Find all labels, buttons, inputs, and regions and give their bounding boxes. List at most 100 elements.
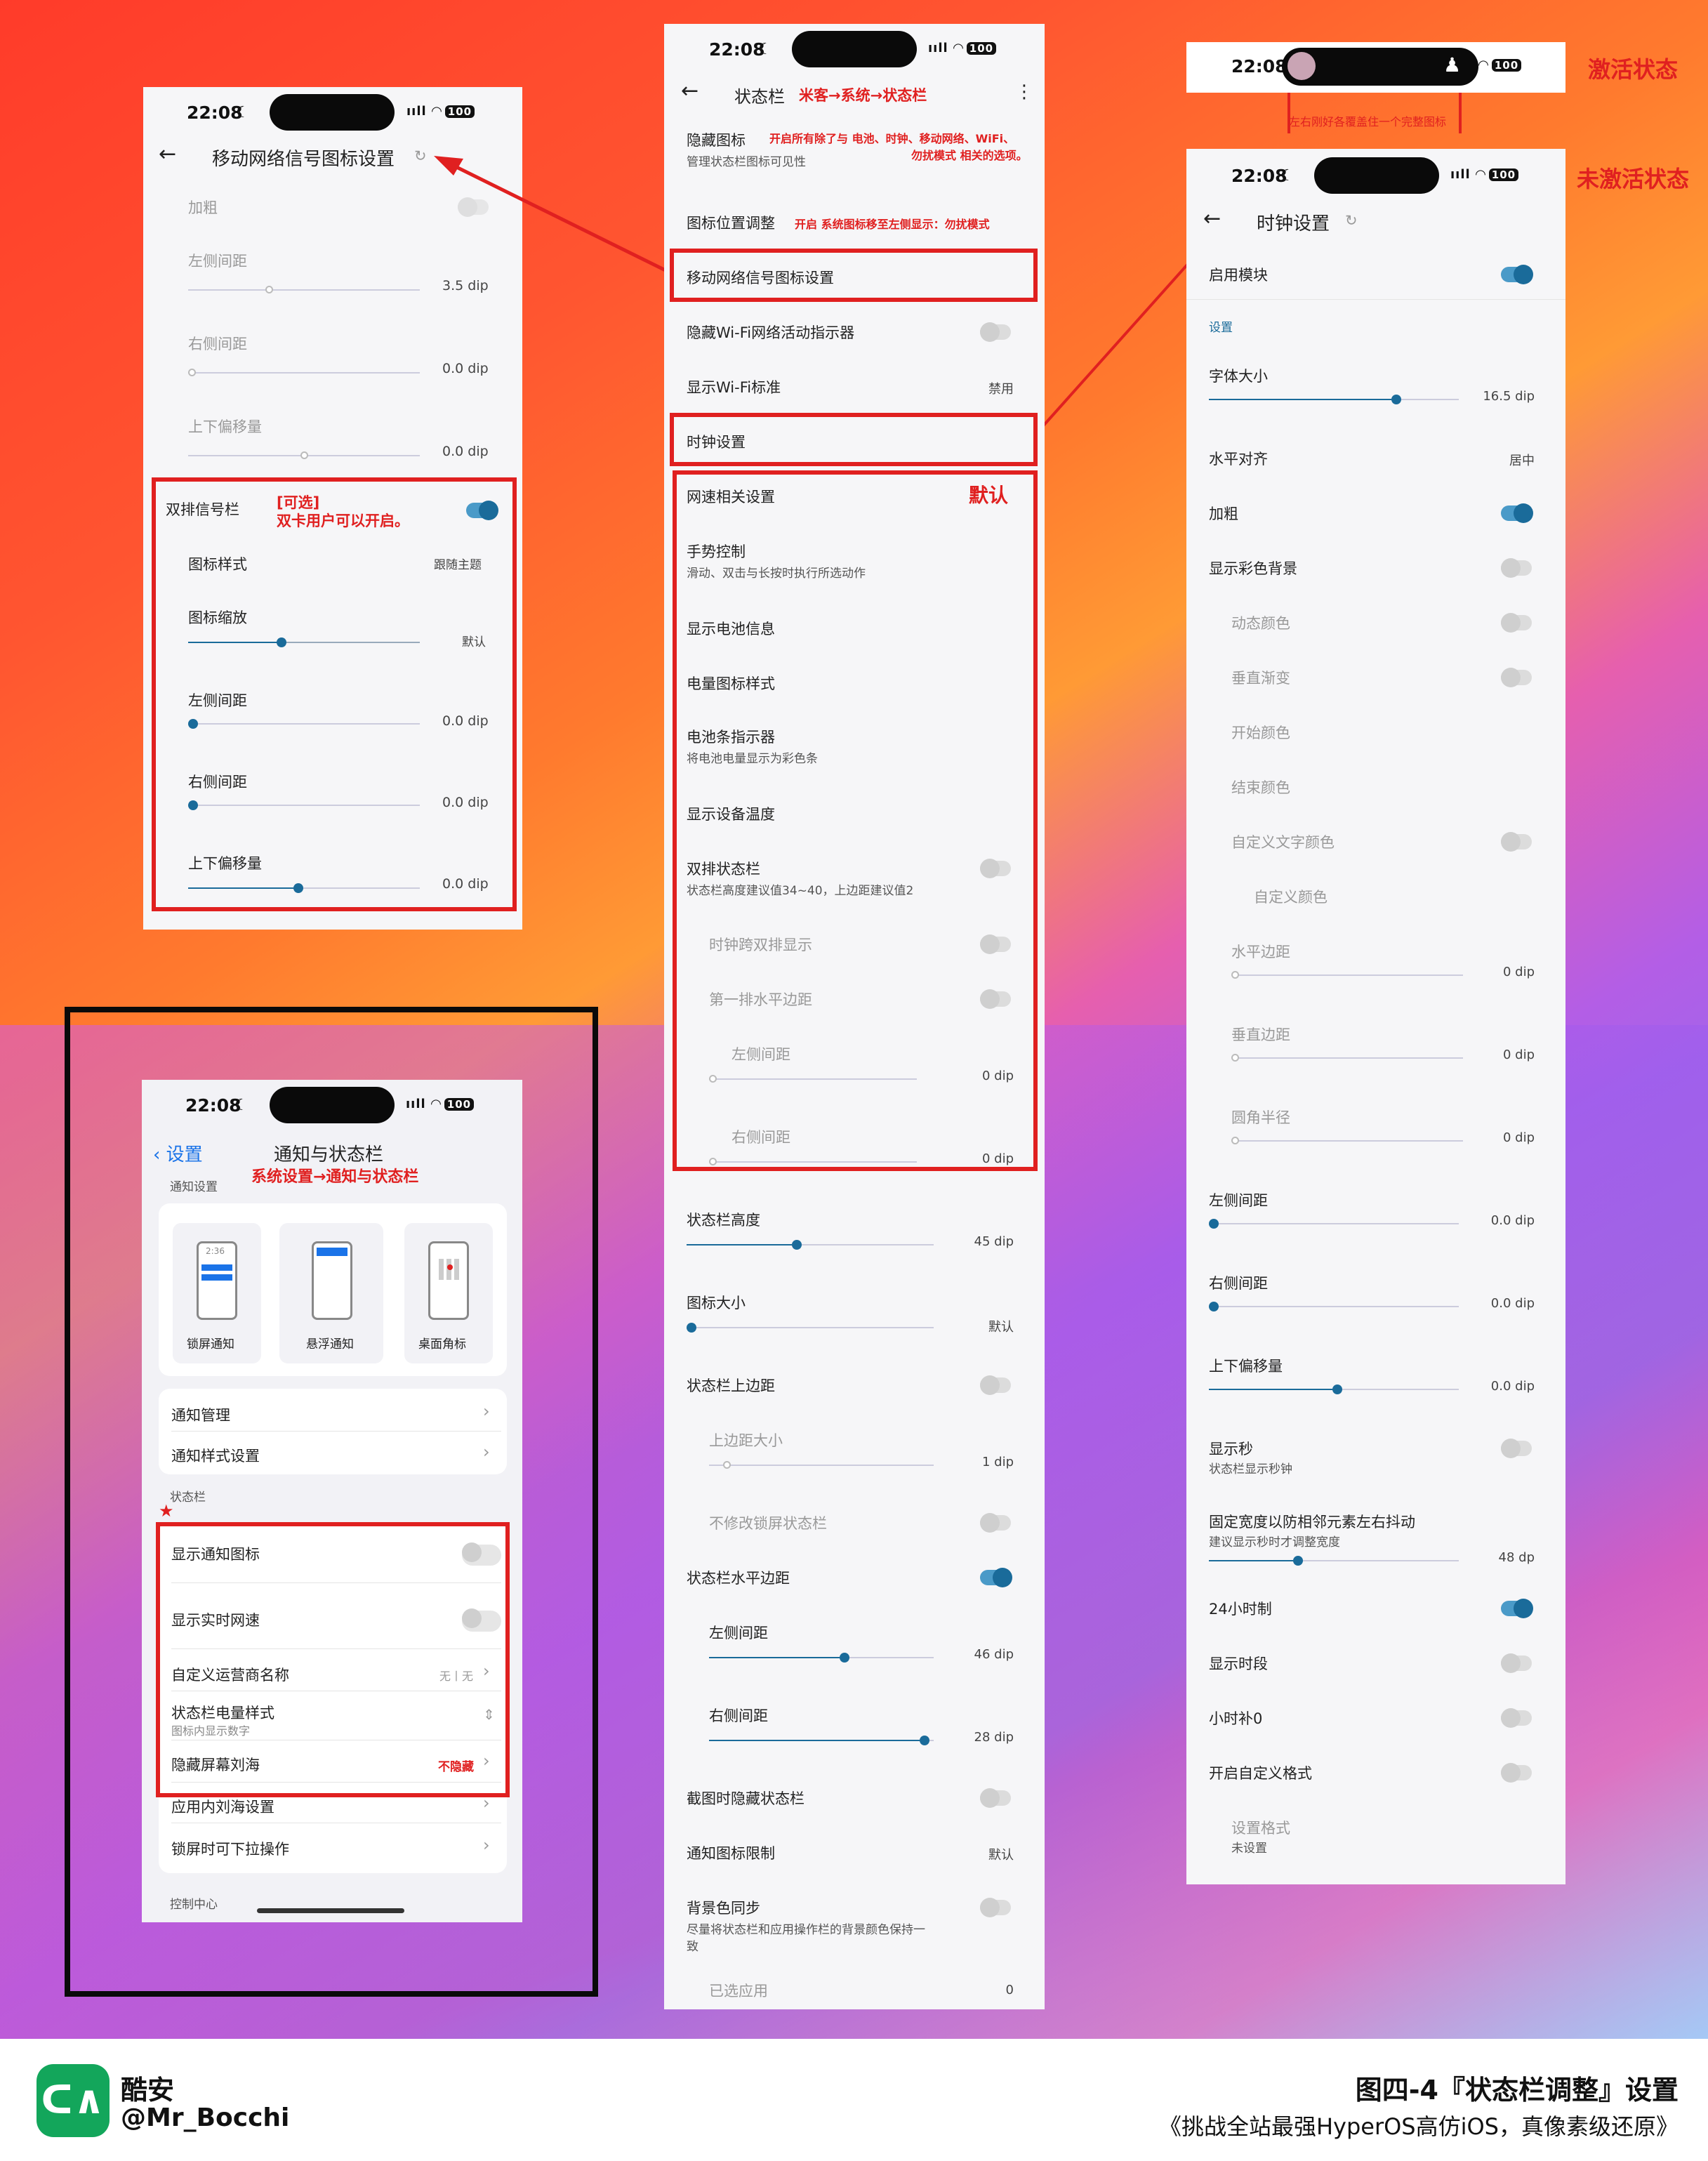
sb-row-label[interactable]: 状态栏水平边距 <box>687 1567 790 1588</box>
sb-row-slider[interactable] <box>687 1323 934 1333</box>
sb-row-label[interactable]: 图标大小 <box>687 1292 746 1313</box>
floating-notif-option[interactable]: 悬浮通知 <box>279 1223 383 1363</box>
ck-row-toggle[interactable] <box>1501 1439 1532 1458</box>
sb-row-label[interactable]: 左侧间距 <box>709 1622 768 1643</box>
sb-row-label[interactable]: 上边距大小 <box>709 1429 783 1450</box>
ck-row-label[interactable]: 24小时制 <box>1209 1598 1272 1619</box>
lock-pulldown-item[interactable]: 锁屏时可下拉操作 <box>171 1838 289 1859</box>
ck-row-slider[interactable] <box>1209 1302 1459 1311</box>
sb-row-label[interactable]: 截图时隐藏状态栏 <box>687 1787 805 1809</box>
ck-row-label[interactable]: 自定义颜色 <box>1254 886 1328 907</box>
ck-row-label[interactable]: 启用模块 <box>1209 264 1268 285</box>
ck-row-slider[interactable] <box>1209 1556 1459 1566</box>
ck-row-label[interactable]: 垂直渐变 <box>1231 667 1290 688</box>
sb-row-label[interactable]: 已选应用 <box>709 1980 768 2001</box>
ck-row-slider[interactable] <box>1209 395 1459 404</box>
ck-row-label[interactable]: 小时补0 <box>1209 1707 1262 1729</box>
page-title: 时钟设置 <box>1257 213 1330 234</box>
ck-row-toggle[interactable] <box>1501 613 1532 633</box>
ck-row-label[interactable]: 开启自定义格式 <box>1209 1762 1312 1783</box>
sb-row-toggle[interactable] <box>980 322 1011 342</box>
sb-row-sub: 管理状态栏图标可见性 <box>687 155 806 169</box>
ck-row-toggle[interactable] <box>1501 1708 1532 1728</box>
sb-row-label[interactable]: 状态栏高度 <box>687 1209 760 1230</box>
ck-row-label[interactable]: 显示彩色背景 <box>1209 557 1297 579</box>
ck-row-label[interactable]: 开始颜色 <box>1231 722 1290 743</box>
ck-row-label[interactable]: 上下偏移量 <box>1209 1355 1283 1376</box>
sb-row-slider[interactable] <box>709 1736 934 1745</box>
sb-row-label[interactable]: 不修改锁屏状态栏 <box>709 1512 827 1533</box>
sb-row-label[interactable]: 隐藏图标 <box>687 129 746 150</box>
lockscreen-notif-label: 锁屏通知 <box>187 1337 234 1352</box>
app-notch-item[interactable]: 应用内刘海设置 <box>171 1796 274 1817</box>
ck-row-label[interactable]: 显示时段 <box>1209 1653 1268 1674</box>
ck-row-label[interactable]: 自定义文字颜色 <box>1231 831 1335 852</box>
chevron-right-icon: › <box>483 1835 490 1855</box>
sb-row-label[interactable]: 隐藏Wi-Fi网络活动指示器 <box>687 322 854 343</box>
sb-row-slider[interactable] <box>709 1461 934 1469</box>
chevron-right-icon: › <box>483 1401 490 1421</box>
ck-row-value: 16.5 dip <box>1483 389 1535 404</box>
ck-row-toggle[interactable] <box>1501 265 1533 284</box>
ck-row-slider[interactable] <box>1231 971 1463 979</box>
ck-row-slider[interactable] <box>1209 1385 1459 1394</box>
ck-row-label[interactable]: 固定宽度以防相邻元素左右抖动 <box>1209 1511 1415 1532</box>
sb-row-slider[interactable] <box>687 1240 934 1250</box>
battery-icon: 100 <box>1491 59 1522 72</box>
sb-row-toggle[interactable] <box>980 1375 1011 1395</box>
ck-row-label[interactable]: 左侧间距 <box>1209 1189 1268 1210</box>
ck-row-toggle[interactable] <box>1501 668 1532 687</box>
ck-row-toggle[interactable] <box>1501 503 1533 523</box>
sb-row-toggle[interactable] <box>980 1898 1011 1917</box>
coolapk-logo: ᑕ∧ <box>37 2064 110 2137</box>
badge-notif-label: 桌面角标 <box>418 1337 466 1352</box>
ck-row-label[interactable]: 显示秒 <box>1209 1438 1253 1459</box>
ck-row-label[interactable]: 字体大小 <box>1209 365 1268 386</box>
refresh-icon[interactable]: ↻ <box>1345 212 1358 229</box>
more-menu-icon[interactable]: ⋮ <box>1015 81 1033 103</box>
back-arrow-icon[interactable]: ← <box>681 79 699 103</box>
avatar <box>1287 52 1316 80</box>
statusbar-settings-screen: 22:08 ☾ ııll ◠ 100 ← 状态栏 米客→系统→状态栏 ⋮ 隐藏图标… <box>664 24 1045 2009</box>
sb-row-toggle[interactable] <box>980 1568 1012 1587</box>
ck-row-toggle[interactable] <box>1501 1599 1533 1618</box>
ck-row-slider[interactable] <box>1231 1137 1463 1144</box>
sb-row-label[interactable]: 右侧间距 <box>709 1705 768 1726</box>
floating-preview <box>312 1241 352 1320</box>
sb-row-toggle[interactable] <box>980 1513 1011 1533</box>
ck-row-toggle[interactable] <box>1501 832 1532 852</box>
footer: ᑕ∧ 酷安 @Mr_Bocchi 图四-4『状态栏调整』设置 《挑战全站最强Hy… <box>0 2039 1708 2161</box>
sb-row-label[interactable]: 背景色同步 <box>687 1897 760 1918</box>
ck-row-label[interactable]: 圆角半径 <box>1231 1106 1290 1128</box>
island-note: 左右刚好各覆盖住一个完整图标 <box>1289 115 1447 128</box>
ck-row-label[interactable]: 水平边距 <box>1231 941 1290 962</box>
back-label: 设置 <box>166 1144 203 1165</box>
inactive-state-label: 未激活状态 <box>1577 166 1690 192</box>
ck-row-label[interactable]: 动态颜色 <box>1231 612 1290 633</box>
notif-style-card: 2:36 锁屏通知 悬浮通知 桌面角标 <box>159 1203 507 1376</box>
ck-row-label[interactable]: 结束颜色 <box>1231 776 1290 798</box>
ck-row-label[interactable]: 水平对齐 <box>1209 448 1268 469</box>
sb-row-slider[interactable] <box>709 1653 934 1663</box>
sb-row-label[interactable]: 图标位置调整 <box>687 212 775 233</box>
ck-row-slider[interactable] <box>1231 1054 1463 1062</box>
lockscreen-notif-option[interactable]: 2:36 锁屏通知 <box>173 1223 261 1363</box>
sb-row-label[interactable]: 状态栏上边距 <box>687 1375 775 1396</box>
page-title: 状态栏 <box>734 87 785 107</box>
ck-row-label[interactable]: 加粗 <box>1209 503 1238 524</box>
back-arrow-icon[interactable]: ← <box>1203 206 1221 231</box>
sb-row-toggle[interactable] <box>980 1788 1011 1808</box>
ck-row-toggle[interactable] <box>1501 1653 1532 1673</box>
back-button[interactable]: ‹ 设置 <box>153 1140 203 1166</box>
ck-row-toggle[interactable] <box>1501 558 1532 578</box>
badge-notif-option[interactable]: 桌面角标 <box>404 1223 493 1363</box>
sb-row-label[interactable]: 显示Wi-Fi标准 <box>687 376 781 397</box>
notif-style-item[interactable]: 通知样式设置 <box>171 1445 260 1466</box>
ck-row-slider[interactable] <box>1209 1219 1459 1229</box>
notif-manage-item[interactable]: 通知管理 <box>171 1404 230 1425</box>
ck-row-label[interactable]: 右侧间距 <box>1209 1272 1268 1293</box>
ck-row-label[interactable]: 垂直边距 <box>1231 1024 1290 1045</box>
sb-row-label[interactable]: 通知图标限制 <box>687 1842 775 1863</box>
ck-row-label[interactable]: 设置格式 <box>1231 1817 1290 1838</box>
ck-row-toggle[interactable] <box>1501 1763 1532 1783</box>
